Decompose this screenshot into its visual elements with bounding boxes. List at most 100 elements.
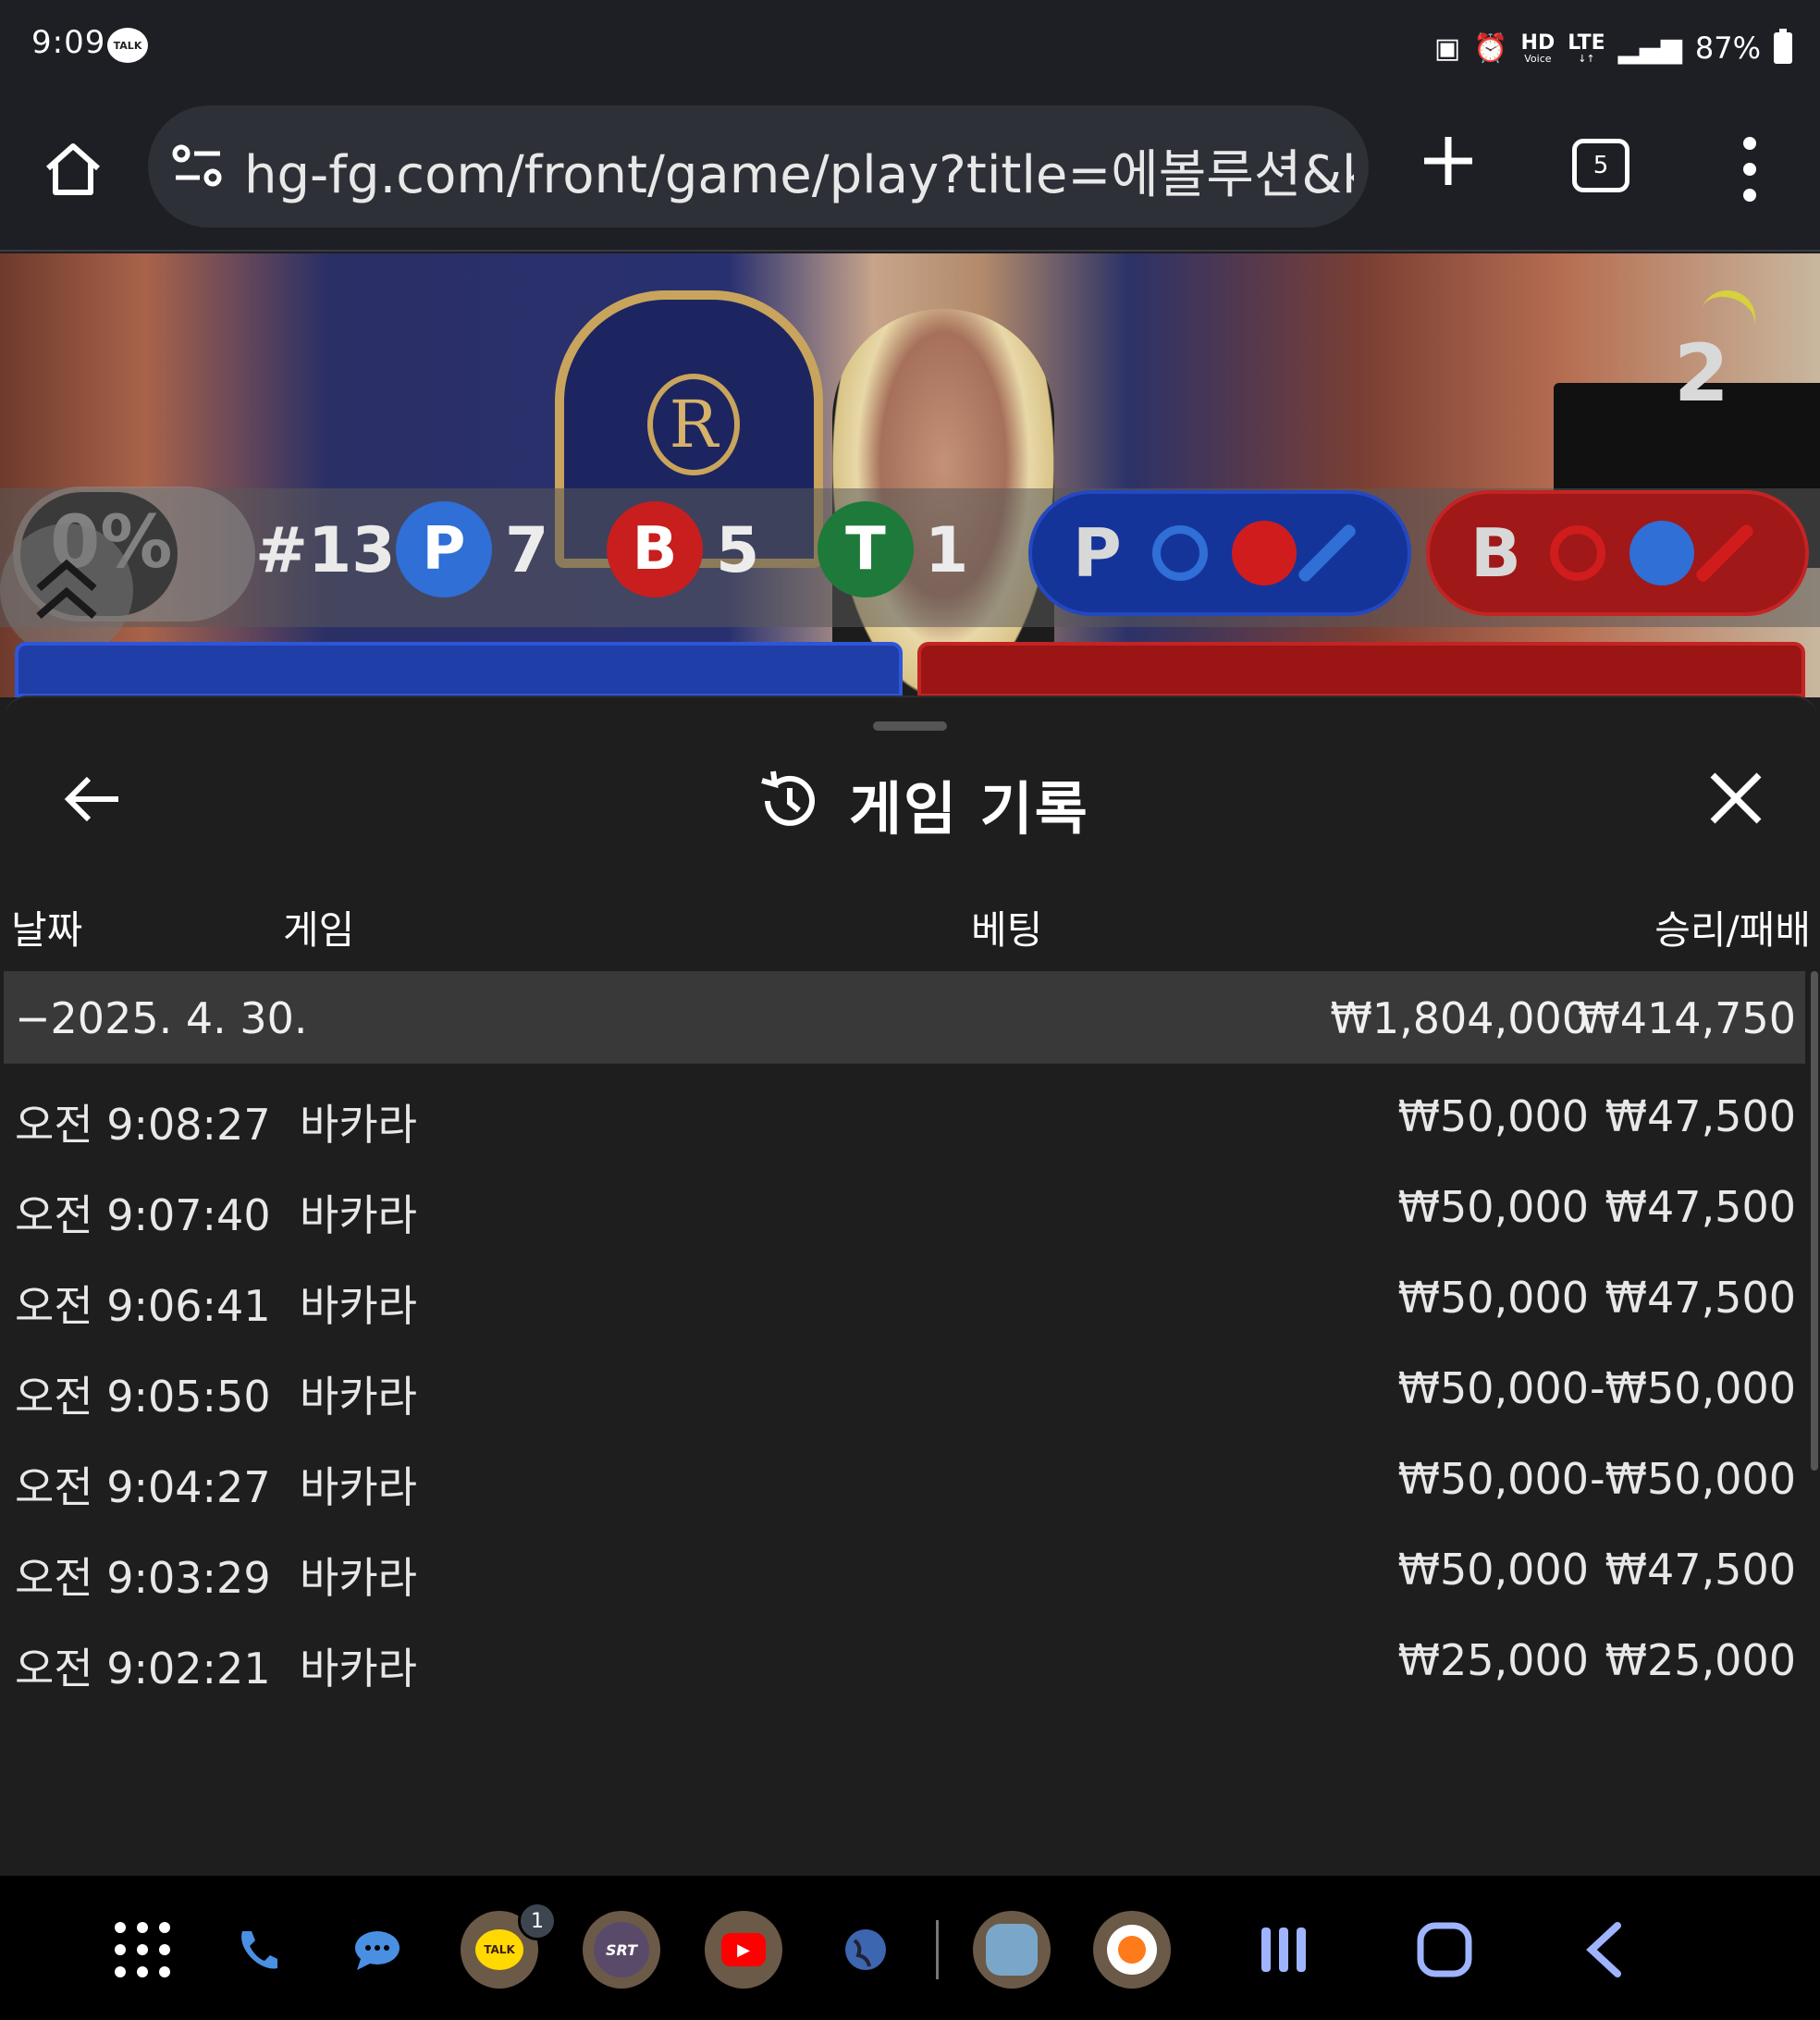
collapse-button[interactable] bbox=[0, 523, 133, 657]
row-result: ₩47,500 bbox=[1605, 1091, 1796, 1141]
player-count-badge: P bbox=[396, 501, 492, 597]
row-result: -₩50,000 bbox=[1589, 1454, 1796, 1504]
signal-icon: ▂▄▆ bbox=[1617, 31, 1682, 65]
row-game: 바카라 bbox=[300, 1281, 417, 1331]
row-game: 바카라 bbox=[300, 1462, 417, 1512]
history-row[interactable]: 오전 9:08:27 바카라 ₩50,000 ₩47,500 bbox=[4, 1073, 1805, 1164]
history-row[interactable]: 오전 9:05:50 바카라 ₩50,000 -₩50,000 bbox=[4, 1345, 1805, 1435]
row-bet: ₩50,000 bbox=[1397, 1091, 1589, 1141]
live-game-video[interactable]: R 2 0% #13 P 7 B 5 T 1 P B bbox=[0, 253, 1820, 697]
row-bet: ₩50,000 bbox=[1397, 1182, 1589, 1232]
row-time: 오전 9:08:27 bbox=[15, 1100, 271, 1150]
status-icons: ▣ ⏰ HD Voice LTE ↓↑ ▂▄▆ 87% bbox=[1434, 22, 1792, 74]
banker-count-badge: B bbox=[607, 501, 703, 597]
blue-ring-icon bbox=[1152, 525, 1208, 581]
row-result: ₩47,500 bbox=[1605, 1545, 1796, 1595]
recent-app-orange-icon[interactable] bbox=[1093, 1911, 1171, 1989]
status-bar: 9:09 TALK ▣ ⏰ HD Voice LTE ↓↑ ▂▄▆ 87% bbox=[0, 0, 1820, 96]
blue-slash-icon bbox=[1296, 522, 1359, 585]
date-group-total-bet: ₩1,804,000 bbox=[1330, 993, 1589, 1043]
date-group-label: −2025. 4. 30. bbox=[15, 993, 308, 1043]
row-bet: ₩50,000 bbox=[1397, 1363, 1589, 1413]
messages-icon[interactable] bbox=[338, 1911, 416, 1989]
row-time: 오전 9:02:21 bbox=[15, 1644, 271, 1694]
battery-icon bbox=[1774, 29, 1792, 64]
lte-icon: LTE ↓↑ bbox=[1568, 31, 1605, 65]
kakaotalk-notification-icon: TALK bbox=[107, 28, 148, 63]
row-result: ₩47,500 bbox=[1605, 1273, 1796, 1323]
address-bar[interactable]: hg-fg.com/front/game/play?title=에볼루션&key… bbox=[148, 105, 1369, 228]
date-group-total-result: ₩414,750 bbox=[1578, 993, 1796, 1043]
column-header-game: 게임 bbox=[283, 907, 355, 953]
history-row[interactable]: 오전 9:04:27 바카라 ₩50,000 -₩50,000 bbox=[4, 1435, 1805, 1526]
home-icon[interactable] bbox=[41, 137, 105, 202]
row-result: -₩50,000 bbox=[1589, 1363, 1796, 1413]
row-game: 바카라 bbox=[300, 1100, 417, 1150]
history-row[interactable]: 오전 9:03:29 바카라 ₩50,000 ₩47,500 bbox=[4, 1526, 1805, 1617]
column-header-result: 승리/패배 bbox=[1654, 907, 1811, 953]
row-bet: ₩25,000 bbox=[1397, 1635, 1589, 1685]
player-prediction-label: P bbox=[1073, 514, 1122, 592]
game-history-sheet: 게임 기록 날짜 게임 베팅 승리/패배 −2025. 4. 30. ₩1,80… bbox=[4, 696, 1818, 1876]
home-button-icon[interactable] bbox=[1406, 1911, 1483, 1989]
close-icon[interactable] bbox=[1707, 770, 1765, 827]
tie-count-badge: T bbox=[818, 501, 914, 597]
back-arrow-icon[interactable] bbox=[61, 771, 122, 827]
blue-dot-icon bbox=[1629, 521, 1694, 585]
history-icon bbox=[761, 770, 815, 826]
row-time: 오전 9:03:29 bbox=[15, 1553, 271, 1603]
hd-voice-icon: HD Voice bbox=[1520, 31, 1556, 65]
row-game: 바카라 bbox=[300, 1190, 417, 1240]
more-menu-icon[interactable] bbox=[1731, 137, 1768, 202]
browser-toolbar: hg-fg.com/front/game/play?title=에볼루션&key… bbox=[0, 96, 1820, 252]
apps-grid-icon[interactable] bbox=[104, 1911, 181, 1989]
row-bet: ₩50,000 bbox=[1397, 1545, 1589, 1595]
alarm-icon: ⏰ bbox=[1473, 31, 1508, 65]
date-group-row[interactable]: −2025. 4. 30. ₩1,804,000 ₩414,750 bbox=[4, 971, 1805, 1064]
banker-prediction-pill[interactable]: B bbox=[1426, 490, 1809, 616]
red-slash-icon bbox=[1693, 522, 1756, 585]
url-text[interactable]: hg-fg.com/front/game/play?title=에볼루션&key… bbox=[244, 133, 1354, 208]
navigation-bar: TALK 1 SRT ▶ bbox=[0, 1876, 1820, 2020]
battery-percent: 87% bbox=[1694, 31, 1761, 66]
scrollbar[interactable] bbox=[1811, 971, 1818, 1471]
column-header-bet: 베팅 bbox=[971, 907, 1043, 953]
taskbar-divider bbox=[936, 1920, 939, 1979]
row-game: 바카라 bbox=[300, 1372, 417, 1422]
row-result: ₩25,000 bbox=[1605, 1635, 1796, 1685]
battery-saver-icon: ▣ bbox=[1433, 31, 1461, 65]
sheet-title: 게임 기록 bbox=[849, 775, 1089, 843]
row-time: 오전 9:06:41 bbox=[15, 1281, 271, 1331]
browser-globe-icon[interactable] bbox=[827, 1911, 904, 1989]
tab-switcher-button[interactable]: 5 bbox=[1572, 139, 1629, 192]
player-count: 7 bbox=[505, 514, 549, 587]
new-tab-icon[interactable] bbox=[1420, 133, 1476, 189]
banker-bet-area[interactable] bbox=[917, 642, 1805, 697]
tie-count: 1 bbox=[925, 514, 969, 587]
red-ring-icon bbox=[1550, 525, 1605, 581]
status-time: 9:09 bbox=[31, 24, 106, 61]
column-header-date: 날짜 bbox=[11, 907, 83, 953]
recent-app-game-icon[interactable] bbox=[973, 1911, 1051, 1989]
history-row[interactable]: 오전 9:07:40 바카라 ₩50,000 ₩47,500 bbox=[4, 1164, 1805, 1254]
player-bet-area[interactable] bbox=[15, 642, 903, 697]
kakaotalk-badge: 1 bbox=[518, 1902, 557, 1940]
back-button-icon[interactable] bbox=[1565, 1911, 1642, 1989]
sheet-drag-handle[interactable] bbox=[873, 721, 947, 731]
row-game: 바카라 bbox=[300, 1553, 417, 1603]
crest-logo: R bbox=[647, 374, 740, 475]
site-settings-icon[interactable] bbox=[170, 142, 226, 191]
row-game: 바카라 bbox=[300, 1644, 417, 1694]
row-result: ₩47,500 bbox=[1605, 1182, 1796, 1232]
red-dot-icon bbox=[1232, 521, 1297, 585]
recents-button-icon[interactable] bbox=[1245, 1911, 1322, 1989]
history-row[interactable]: 오전 9:02:21 바카라 ₩25,000 ₩25,000 bbox=[4, 1617, 1805, 1707]
history-row[interactable]: 오전 9:06:41 바카라 ₩50,000 ₩47,500 bbox=[4, 1254, 1805, 1345]
round-timer: 2 bbox=[1674, 327, 1729, 420]
phone-icon[interactable] bbox=[218, 1911, 296, 1989]
banker-prediction-label: B bbox=[1470, 514, 1521, 592]
youtube-app-icon[interactable]: ▶ bbox=[705, 1911, 782, 1989]
player-prediction-pill[interactable]: P bbox=[1028, 490, 1411, 616]
double-chevron-up-icon bbox=[36, 559, 97, 620]
srt-app-icon[interactable]: SRT bbox=[583, 1911, 660, 1989]
